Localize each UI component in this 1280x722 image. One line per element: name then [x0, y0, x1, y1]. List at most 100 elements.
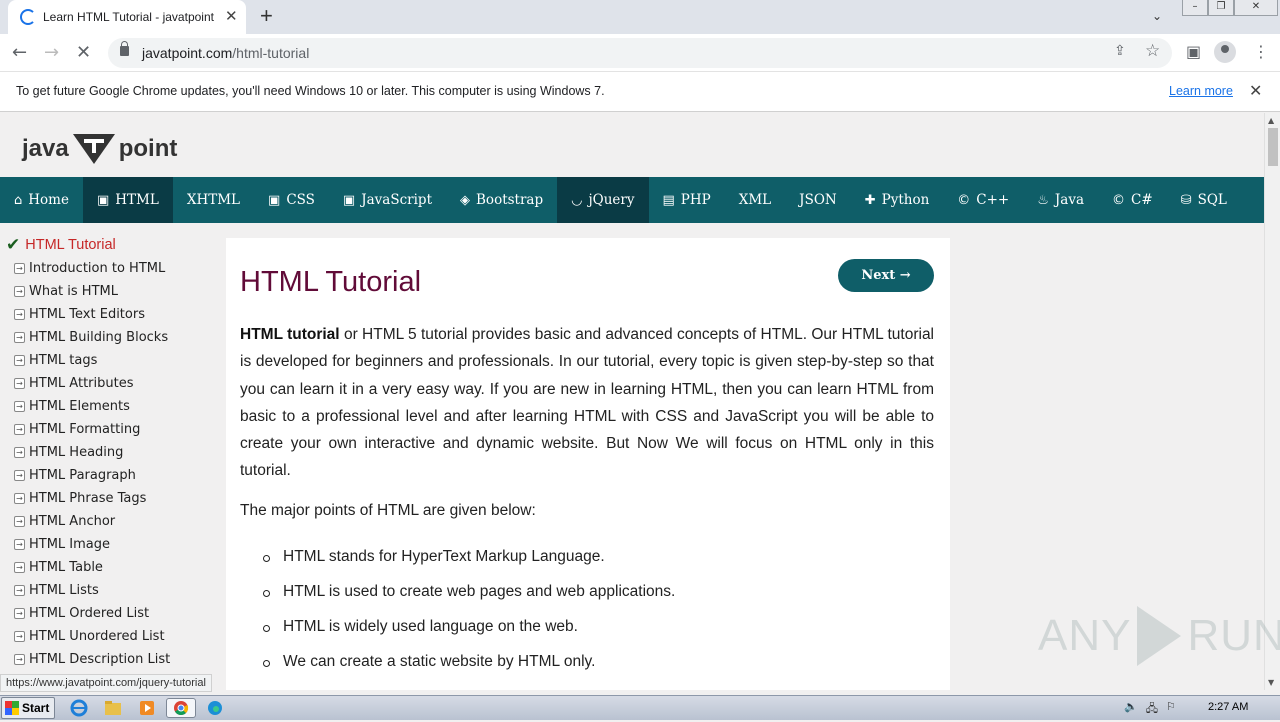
sidebar-item[interactable]: → HTML tags: [0, 349, 218, 372]
restore-button[interactable]: ❐: [1208, 0, 1234, 16]
profile-avatar-icon[interactable]: [1214, 41, 1236, 63]
system-tray: 🔈 🖧 ⚐: [1124, 700, 1176, 719]
clock[interactable]: 2:27 AM: [1208, 701, 1248, 713]
sidebar-item[interactable]: → HTML Unordered List: [0, 625, 218, 648]
arrow-box-icon: →: [14, 654, 25, 665]
javatpoint-logo[interactable]: java point: [22, 131, 177, 167]
page-scrollbar[interactable]: ▲ ▼: [1264, 113, 1280, 690]
nav-item-c-[interactable]: © C++: [943, 177, 1023, 223]
nav-item-json[interactable]: JSON: [785, 177, 851, 223]
browser-tab[interactable]: Learn HTML Tutorial - javatpoint ✕: [8, 0, 246, 34]
arrow-box-icon: →: [14, 401, 25, 412]
sidebar-item-label: HTML Table: [29, 560, 103, 575]
stop-loading-icon[interactable]: ✕: [76, 42, 91, 63]
nav-item-java[interactable]: ♨ Java: [1023, 177, 1098, 223]
bookmark-star-icon[interactable]: ☆: [1145, 41, 1160, 61]
network-icon[interactable]: 🖧: [1146, 700, 1158, 719]
action-center-flag-icon[interactable]: ⚐: [1166, 700, 1176, 719]
address-bar[interactable]: javatpoint.com/html-tutorial ⇪ ☆: [108, 38, 1172, 68]
nav-item-home[interactable]: ⌂ Home: [0, 177, 83, 223]
nav-item-javascript[interactable]: ▣ JavaScript: [329, 177, 446, 223]
lock-icon[interactable]: [120, 41, 129, 56]
sidebar-item[interactable]: → HTML Text Editors: [0, 303, 218, 326]
chrome-icon[interactable]: [166, 698, 196, 718]
sidebar-item[interactable]: → HTML Phrase Tags: [0, 487, 218, 510]
sidebar-item[interactable]: → HTML Lists: [0, 579, 218, 602]
url-domain: javatpoint.com: [142, 45, 233, 61]
points-intro: The major points of HTML are given below…: [240, 502, 536, 519]
tab-close-icon[interactable]: ✕: [225, 7, 238, 25]
nav-item-python[interactable]: ✚ Python: [851, 177, 944, 223]
back-arrow-icon[interactable]: ←: [12, 42, 27, 63]
volume-icon[interactable]: 🔈: [1124, 700, 1138, 719]
arrow-box-icon: →: [14, 516, 25, 527]
nav-item-xhtml[interactable]: XHTML: [173, 177, 254, 223]
intro-text: or HTML 5 tutorial provides basic and ad…: [240, 326, 935, 480]
sidebar-item[interactable]: → HTML Anchor: [0, 510, 218, 533]
arrow-box-icon: →: [14, 608, 25, 619]
sidebar-item[interactable]: → What is HTML: [0, 280, 218, 303]
nav-item-c-[interactable]: © C#: [1098, 177, 1167, 223]
scroll-up-icon[interactable]: ▲: [1268, 116, 1274, 125]
sidebar-item-label: HTML Lists: [29, 583, 99, 598]
tab-search-chevron-icon[interactable]: ⌄: [1152, 9, 1162, 23]
url-text[interactable]: javatpoint.com/html-tutorial: [142, 45, 309, 61]
menu-kebab-icon[interactable]: ⋮: [1253, 42, 1269, 61]
start-button[interactable]: Start: [1, 697, 55, 719]
sidebar-item[interactable]: → HTML Ordered List: [0, 602, 218, 625]
media-player-icon[interactable]: [136, 698, 158, 718]
nav-item-bootstrap[interactable]: ◈ Bootstrap: [446, 177, 557, 223]
nav-item-label: JSON: [799, 192, 837, 208]
sidebar-item[interactable]: → HTML Elements: [0, 395, 218, 418]
close-window-button[interactable]: ✕: [1234, 0, 1278, 16]
java-icon: ♨: [1037, 192, 1049, 208]
nav-item-xml[interactable]: XML: [725, 177, 785, 223]
minimize-button[interactable]: –: [1182, 0, 1208, 16]
sidebar-item[interactable]: → HTML Heading: [0, 441, 218, 464]
learn-more-link[interactable]: Learn more: [1169, 84, 1233, 98]
scroll-down-icon[interactable]: ▼: [1268, 678, 1274, 687]
side-panel-icon[interactable]: ▣: [1186, 42, 1201, 61]
explorer-folder-icon[interactable]: [102, 698, 124, 718]
nav-item-php[interactable]: ▤ PHP: [649, 177, 725, 223]
sidebar-item-label: HTML tags: [29, 353, 98, 368]
list-item: HTML is used to create web pages and web…: [260, 583, 675, 618]
sidebar-item-label: HTML Text Editors: [29, 307, 145, 322]
sidebar-item-label: HTML Attributes: [29, 376, 134, 391]
start-label: Start: [22, 701, 50, 715]
infobar-close-icon[interactable]: ✕: [1249, 81, 1262, 100]
points-list: HTML stands for HyperText Markup Languag…: [260, 548, 675, 688]
nav-item-sql[interactable]: ⛁ SQL: [1167, 177, 1241, 223]
sidebar-item[interactable]: → HTML Image: [0, 533, 218, 556]
nav-item-label: C++: [976, 192, 1010, 208]
sidebar-item[interactable]: → HTML Building Blocks: [0, 326, 218, 349]
forward-arrow-icon[interactable]: →: [44, 42, 59, 63]
nav-item-jquery[interactable]: ◡ jQuery: [557, 177, 649, 223]
loading-spinner-icon: [20, 9, 36, 25]
update-infobar: To get future Google Chrome updates, you…: [0, 72, 1280, 112]
sidebar-item[interactable]: → Introduction to HTML: [0, 257, 218, 280]
windows-logo-icon: [5, 701, 19, 715]
scrollbar-thumb[interactable]: [1268, 128, 1278, 166]
sidebar-item-label: HTML Description List: [29, 652, 171, 667]
sidebar-item[interactable]: → HTML Description List: [0, 648, 218, 671]
arrow-box-icon: →: [14, 470, 25, 481]
list-item: HTML is widely used language on the web.: [260, 618, 675, 653]
ie-icon[interactable]: [68, 698, 90, 718]
sidebar-item[interactable]: → HTML Attributes: [0, 372, 218, 395]
nav-item-css[interactable]: ▣ CSS: [254, 177, 329, 223]
sidebar-item[interactable]: → HTML Paragraph: [0, 464, 218, 487]
logo-text-left: java: [22, 135, 69, 162]
nav-item-html[interactable]: ▣ HTML: [82, 177, 173, 223]
new-tab-button[interactable]: +: [260, 3, 273, 29]
sidebar-item[interactable]: → HTML Formatting: [0, 418, 218, 441]
share-icon[interactable]: ⇪: [1114, 43, 1126, 59]
checkmark-icon: ✔: [6, 235, 21, 255]
next-button[interactable]: Next →: [838, 259, 934, 292]
arrow-box-icon: →: [14, 493, 25, 504]
arrow-box-icon: →: [14, 539, 25, 550]
sidebar-item-label: HTML Paragraph: [29, 468, 136, 483]
edge-icon[interactable]: [204, 698, 226, 718]
sidebar-item[interactable]: → HTML Table: [0, 556, 218, 579]
sidebar-heading[interactable]: ✔ HTML Tutorial: [0, 233, 218, 257]
